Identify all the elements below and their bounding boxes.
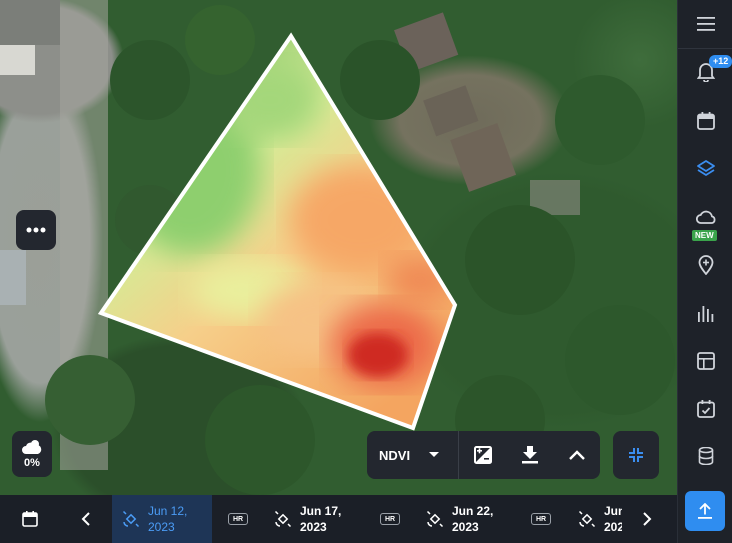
menu-button[interactable]	[678, 6, 732, 42]
upload-icon	[698, 503, 712, 519]
more-dots-icon	[26, 227, 46, 233]
layer-select-value: NDVI	[379, 447, 411, 463]
cloud-percent: 0%	[24, 457, 40, 469]
collapse-view-button[interactable]	[613, 431, 659, 479]
calendar-icon	[22, 511, 38, 527]
timeline-date-item[interactable]: Jun 17, 2023	[272, 495, 372, 543]
cloud-coverage-widget[interactable]: 0%	[12, 431, 52, 477]
caret-down-icon	[429, 452, 439, 457]
layout-button[interactable]	[678, 343, 732, 379]
timeline-track: Jun 12, 2023 HR Jun 17, 2023 HR Jun 22, 202…	[112, 495, 622, 543]
new-feature-badge: NEW	[692, 230, 717, 241]
layer-toolbar: NDVI	[367, 431, 600, 479]
sidebar-separator	[678, 48, 732, 49]
timeline-date-item[interactable]: Jun 27, 2023	[576, 495, 622, 543]
expand-toolbar-button[interactable]	[553, 431, 600, 479]
chevron-right-icon	[642, 512, 651, 526]
database-button[interactable]	[678, 438, 732, 474]
bar-chart-icon	[697, 306, 713, 322]
timeline-date-item[interactable]: Jun 12, 2023	[112, 495, 212, 543]
cloud-sun-icon	[22, 440, 42, 454]
timeline-prev-button[interactable]	[70, 495, 100, 543]
timeline-date-item[interactable]: Jun 22, 2023	[424, 495, 524, 543]
contrast-icon	[473, 446, 492, 464]
date-line2: 2023	[604, 520, 622, 534]
cloud-icon	[695, 210, 715, 224]
date-line1: Jun 27,	[604, 504, 622, 518]
hr-badge: HR	[380, 513, 400, 525]
satellite-icon	[120, 510, 142, 528]
calendar-icon	[696, 112, 715, 130]
timeline-calendar-button[interactable]	[10, 495, 50, 543]
hr-badge: HR	[531, 513, 551, 525]
date-line1: Jun 17,	[300, 504, 342, 518]
date-line2: 2023	[148, 520, 175, 534]
upload-button[interactable]	[685, 491, 725, 531]
hr-badge: HR	[228, 513, 248, 525]
satellite-icon	[424, 510, 446, 528]
layers-button[interactable]	[678, 151, 732, 187]
chevron-left-icon	[81, 512, 90, 526]
right-sidebar: +12	[677, 0, 732, 543]
calendar-check-icon	[696, 400, 715, 418]
satellite-icon	[272, 510, 294, 528]
map-overlay	[0, 0, 675, 495]
contrast-button[interactable]	[459, 431, 506, 479]
app-root: 0% NDVI +12 NEW Jun 12, 2023 HR Jun 17, …	[0, 0, 732, 543]
layer-select[interactable]: NDVI	[367, 431, 459, 479]
location-button[interactable]	[678, 247, 732, 283]
date-line2: 2023	[452, 520, 479, 534]
chevron-up-icon	[568, 450, 585, 460]
satellite-icon	[576, 510, 598, 528]
layers-icon	[696, 160, 715, 176]
collapse-icon	[629, 448, 643, 462]
date-line1: Jun 22,	[452, 504, 494, 518]
analytics-button[interactable]	[678, 295, 732, 331]
date-timeline: Jun 12, 2023 HR Jun 17, 2023 HR Jun 22, 202…	[0, 495, 677, 543]
database-icon	[698, 447, 713, 465]
download-button[interactable]	[506, 431, 553, 479]
calendar-button[interactable]	[678, 103, 732, 139]
map-pin-plus-icon	[698, 255, 713, 275]
tasks-button[interactable]	[678, 391, 732, 427]
satellite-map[interactable]	[0, 0, 677, 495]
more-options-button[interactable]	[16, 210, 56, 250]
download-icon	[521, 446, 538, 464]
timeline-next-button[interactable]	[632, 495, 662, 543]
date-line2: 2023	[300, 520, 327, 534]
layout-icon	[696, 352, 715, 370]
hamburger-icon	[696, 17, 715, 31]
notifications-count-badge: +12	[709, 55, 732, 68]
date-line1: Jun 12,	[148, 504, 188, 518]
